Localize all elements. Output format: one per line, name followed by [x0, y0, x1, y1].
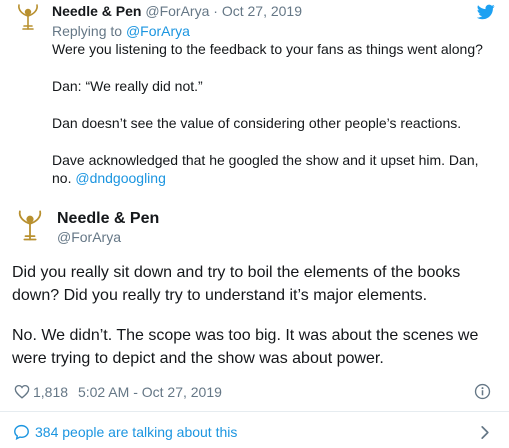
- reply-last-line-text: no.: [52, 170, 72, 186]
- likes-count[interactable]: 1,818: [33, 384, 68, 400]
- reply-paragraph: Dave acknowledged that he googled the sh…: [52, 152, 479, 168]
- main-text-line: Did you really sit down and try to boil …: [12, 264, 461, 281]
- reply-paragraph: Were you listening to the feedback to yo…: [52, 41, 483, 57]
- reply-author-name[interactable]: Needle & Pen: [52, 3, 141, 19]
- replying-to-handle[interactable]: @ForArya: [126, 23, 190, 39]
- main-text-line: were trying to depict and the show was a…: [12, 350, 384, 367]
- main-author-handle[interactable]: @ForArya: [57, 228, 121, 246]
- reply-date[interactable]: Oct 27, 2019: [222, 3, 302, 19]
- reply-paragraph: Dan doesn’t see the value of considering…: [52, 115, 462, 131]
- main-author-name[interactable]: Needle & Pen: [57, 209, 159, 229]
- reply-paragraph: Dan: “We really did not.”: [52, 78, 203, 94]
- reply-author-handle[interactable]: @ForArya: [145, 3, 209, 19]
- reply-separator: ·: [213, 3, 218, 19]
- divider: [0, 411, 509, 412]
- tweet-timestamp[interactable]: 5:02 AM - Oct 27, 2019: [78, 384, 222, 400]
- main-text-line: down? Did you really try to understand i…: [12, 287, 428, 304]
- speech-bubble-icon: [14, 424, 29, 440]
- info-icon[interactable]: [474, 383, 491, 400]
- main-text-line: No. We didn’t. The scope was too big. It…: [12, 327, 479, 344]
- talking-link[interactable]: 384 people are talking about this: [35, 423, 237, 441]
- replying-to-label: Replying to: [52, 23, 123, 39]
- twitter-bird-icon[interactable]: [477, 4, 495, 20]
- emmy-avatar-icon[interactable]: [12, 2, 44, 34]
- emmy-avatar-icon[interactable]: [12, 208, 48, 244]
- chevron-right-icon[interactable]: [480, 425, 490, 440]
- mention-link[interactable]: @dndgoogling: [75, 170, 166, 186]
- heart-icon[interactable]: [14, 384, 30, 399]
